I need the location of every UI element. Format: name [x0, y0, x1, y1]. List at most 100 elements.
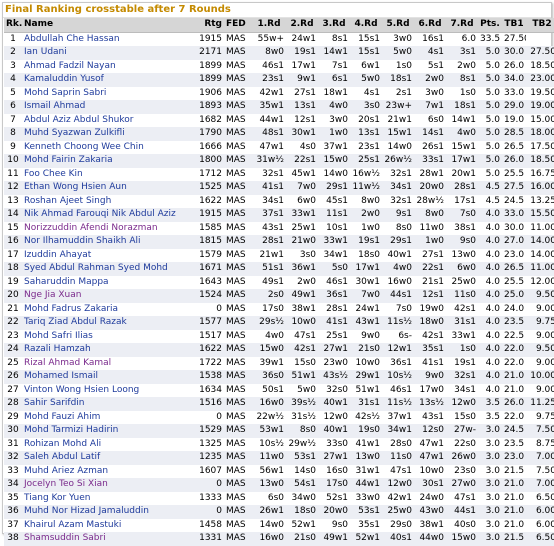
tb1-cell: 33.0	[502, 86, 526, 100]
player-name-link[interactable]: Razali Hamzah	[22, 343, 196, 357]
player-name-link[interactable]: Mohd Fairin Zakaria	[22, 154, 196, 168]
tb1-cell: 27.5	[502, 181, 526, 195]
table-row: 16 Nor Ilhamuddin Shaikh Ali 1815 MAS 28s1 21…	[4, 235, 554, 249]
rating-cell: 1524	[196, 289, 224, 303]
round-result-cell: 35w1	[252, 100, 286, 114]
federation-cell: MAS	[224, 532, 252, 546]
round-result-cell: 47w1	[414, 437, 446, 451]
rank-cell: 28	[4, 397, 22, 411]
player-name-link[interactable]: Muhd Nor Hizad Jamaluddin	[22, 505, 196, 519]
player-name-link[interactable]: Shamsuddin Sabri	[22, 532, 196, 546]
round-result-cell: 12s0	[414, 424, 446, 438]
table-row: 31 Rohizan Mohd Ali 1325 MAS 10s½ 29w½ 33s0 41w…	[4, 437, 554, 451]
player-name-link[interactable]: Nge Jia Xuan	[22, 289, 196, 303]
player-name-link[interactable]: Muhd Ariez Azman	[22, 464, 196, 478]
round-result-cell: 13w0	[252, 478, 286, 492]
player-name-link[interactable]: Tariq Ziad Abdul Razak	[22, 316, 196, 330]
player-name-link[interactable]: Vinton Wong Hsien Loong	[22, 383, 196, 397]
player-name-link[interactable]: Norizzuddin Afendi Norazman	[22, 221, 196, 235]
player-name-link[interactable]: Kenneth Choong Wee Chin	[22, 140, 196, 154]
round-result-cell: 3w0	[414, 86, 446, 100]
points-cell: 4.0	[478, 370, 502, 384]
points-cell: 3.0	[478, 451, 502, 465]
federation-cell: MAS	[224, 410, 252, 424]
player-name-link[interactable]: Abdullah Che Hassan	[22, 32, 196, 46]
round-result-cell: 26w1	[252, 505, 286, 519]
round-result-cell: 27s1	[286, 86, 318, 100]
tb2-cell: 9.75	[526, 316, 554, 330]
round-result-cell: 26w½	[382, 154, 414, 168]
player-name-link[interactable]: Mohd Saprin Sabri	[22, 86, 196, 100]
round-result-cell: 29s0	[382, 518, 414, 532]
table-row: 4 Kamaluddin Yusof 1899 MAS 23s1 9w1 6s1 5w0 18s…	[4, 73, 554, 87]
points-cell: 3.0	[478, 491, 502, 505]
round-result-cell: 41s1	[252, 181, 286, 195]
player-name-link[interactable]: Saleh Abdul Latif	[22, 451, 196, 465]
player-name-link[interactable]: Nor Ilhamuddin Shaikh Ali	[22, 235, 196, 249]
player-name-link[interactable]: Mohd Safri Ilias	[22, 329, 196, 343]
player-name-link[interactable]: Saharuddin Mappa	[22, 275, 196, 289]
player-name-link[interactable]: Abdul Aziz Abdul Shukor	[22, 113, 196, 127]
round-result-cell: 23w0	[318, 356, 350, 370]
rating-cell: 1333	[196, 491, 224, 505]
player-name-link[interactable]: Syed Abdul Rahman Syed Mohd	[22, 262, 196, 276]
player-name-link[interactable]: Muhd Syazwan Zulkifli	[22, 127, 196, 141]
player-name-link[interactable]: Mohd Fadrus Zakaria	[22, 302, 196, 316]
round-result-cell: 51w1	[350, 383, 382, 397]
player-name-link[interactable]: Kamaluddin Yusof	[22, 73, 196, 87]
table-row: 24 Razali Hamzah 1622 MAS 15w0 42s1 27w1 21s0 12…	[4, 343, 554, 357]
player-name-link[interactable]: Khairul Azam Mastuki	[22, 518, 196, 532]
rating-cell: 1643	[196, 275, 224, 289]
table-row: 5 Mohd Saprin Sabri 1906 MAS 42w1 27s1 18w1 4s1…	[4, 86, 554, 100]
rating-cell: 1538	[196, 370, 224, 384]
round-result-cell: 2w0	[446, 59, 478, 73]
round-result-cell: 18s0	[286, 505, 318, 519]
round-result-cell: 9w1	[286, 73, 318, 87]
round-result-cell: 29s½	[252, 316, 286, 330]
round-result-cell: 14w1	[446, 113, 478, 127]
player-name-link[interactable]: Ahmad Fadzil Nayan	[22, 59, 196, 73]
player-name-link[interactable]: Mohamed Ismail	[22, 370, 196, 384]
player-name-link[interactable]: Mohd Tarmizi Hadirin	[22, 424, 196, 438]
player-name-link[interactable]: Roshan Ajeet Singh	[22, 194, 196, 208]
player-name-link[interactable]: Nik Ahmad Farouqi Nik Abdul Aziz	[22, 208, 196, 222]
points-cell: 5.0	[478, 127, 502, 141]
tb1-cell: 28.5	[502, 127, 526, 141]
rank-cell: 4	[4, 73, 22, 87]
round-result-cell: 42s1	[286, 343, 318, 357]
player-name-link[interactable]: Izuddin Ahayat	[22, 248, 196, 262]
points-cell: 5.0	[478, 113, 502, 127]
column-header: 2.Rd	[286, 18, 318, 33]
player-name-link[interactable]: Ian Udani	[22, 46, 196, 60]
round-result-cell: 37w1	[382, 410, 414, 424]
round-result-cell: 23s0	[446, 464, 478, 478]
round-result-cell: 47w1	[414, 451, 446, 465]
tb2-cell: 18.00	[526, 127, 554, 141]
rating-cell: 1516	[196, 397, 224, 411]
player-name-link[interactable]: Jocelyn Teo Si Xian	[22, 478, 196, 492]
tb2-cell: 11.25	[526, 397, 554, 411]
player-name-link[interactable]: Ismail Ahmad	[22, 100, 196, 114]
player-name-link[interactable]: Tiang Kor Yuen	[22, 491, 196, 505]
round-result-cell: 25s1	[318, 329, 350, 343]
points-cell: 3.0	[478, 532, 502, 546]
tb1-cell: 23.0	[502, 248, 526, 262]
player-name-link[interactable]: Mohd Fauzi Ahim	[22, 410, 196, 424]
round-result-cell: 18w0	[414, 316, 446, 330]
round-result-cell: 24w1	[286, 32, 318, 46]
tb2-cell: 7.50	[526, 424, 554, 438]
player-name-link[interactable]: Sahir Sarifdin	[22, 397, 196, 411]
table-row: 27 Vinton Wong Hsien Loong 1634 MAS 50s1 5w0 3…	[4, 383, 554, 397]
table-header-row: Rk. Name Rtg FED 1.Rd 2.Rd 3.Rd 4.Rd 5.Rd 6.Rd 7.R…	[4, 18, 554, 33]
round-result-cell: 14s0	[286, 464, 318, 478]
round-result-cell: 28s1	[252, 235, 286, 249]
player-name-link[interactable]: Rohizan Mohd Ali	[22, 437, 196, 451]
round-result-cell: 4w0	[252, 329, 286, 343]
round-result-cell: 2s1	[382, 86, 414, 100]
round-result-cell: 11s0	[382, 451, 414, 465]
player-name-link[interactable]: Ethan Wong Hsien Aun	[22, 181, 196, 195]
rank-cell: 33	[4, 464, 22, 478]
player-name-link[interactable]: Foo Chee Kin	[22, 167, 196, 181]
round-result-cell: 32s0	[318, 383, 350, 397]
player-name-link[interactable]: Rizal Ahmad Kamal	[22, 356, 196, 370]
